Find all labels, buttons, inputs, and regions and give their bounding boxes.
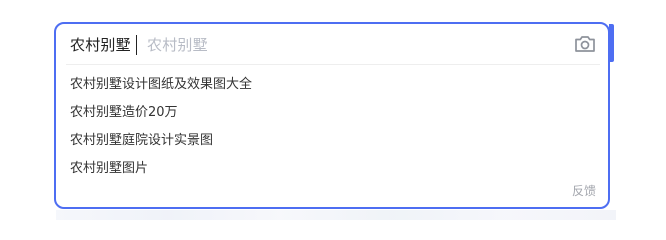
suggestion-item[interactable]: 农村别墅庭院设计实景图 xyxy=(56,127,608,155)
search-input-row[interactable]: 农村别墅 农村别墅 xyxy=(56,24,608,64)
text-caret xyxy=(136,35,137,55)
search-suggestion-panel: 农村别墅 农村别墅 农村别墅设计图纸及效果图大全 农村别墅造价20万 农村别墅庭… xyxy=(54,22,610,209)
feedback-link[interactable]: 反馈 xyxy=(572,182,596,199)
page: 农村别墅 农村别墅 农村别墅设计图纸及效果图大全 农村别墅造价20万 农村别墅庭… xyxy=(0,0,666,240)
autocomplete-hint: 农村别墅 xyxy=(147,36,208,54)
suggestion-item[interactable]: 农村别墅设计图纸及效果图大全 xyxy=(56,71,608,99)
page-background-content xyxy=(56,210,616,220)
suggestion-item[interactable]: 农村别墅图片 xyxy=(56,155,608,183)
suggestion-list: 农村别墅设计图纸及效果图大全 农村别墅造价20万 农村别墅庭院设计实景图 农村别… xyxy=(56,71,608,183)
camera-icon-graphic xyxy=(575,36,595,52)
divider xyxy=(66,64,600,65)
suggestion-item[interactable]: 农村别墅造价20万 xyxy=(56,99,608,127)
search-input[interactable]: 农村别墅 xyxy=(70,35,131,55)
camera-icon[interactable] xyxy=(573,33,597,55)
